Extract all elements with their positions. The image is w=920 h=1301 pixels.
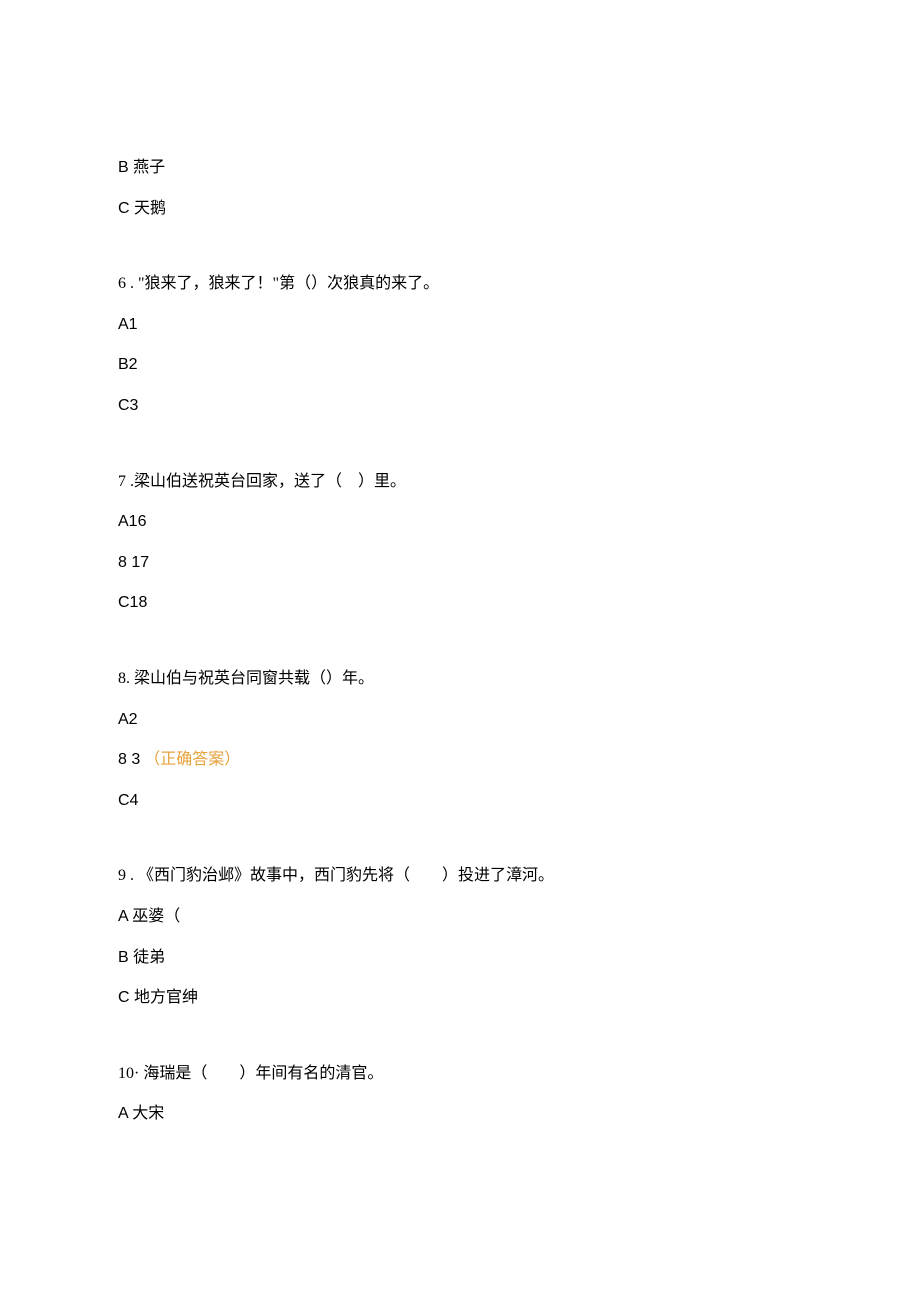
question-7: 7 .梁山伯送祝英台回家，送了（ ）里。 [118, 469, 802, 495]
option-text: 8 3 [118, 751, 140, 768]
q6-option-b: B2 [118, 352, 802, 378]
question-text: . "狼来了，狼来了！"第（）次狼真的来了。 [130, 275, 439, 292]
q10-option-a: A 大宋 [118, 1101, 802, 1127]
question-text: 海瑞是（ ）年间有名的清官。 [143, 1065, 383, 1082]
q8-option-c: C4 [118, 788, 802, 814]
question-8: 8. 梁山伯与祝英台同窗共载（）年。 [118, 666, 802, 692]
q7-option-b: 8 17 [118, 550, 802, 576]
q9-option-c: C 地方官绅 [118, 985, 802, 1011]
correct-answer-label: （正确答案） [144, 751, 240, 768]
question-9: 9 . 《西门豹治邺》故事中，西门豹先将（ ）投进了漳河。 [118, 863, 802, 889]
q5-option-c: C 天鹅 [118, 196, 802, 222]
q6-option-c: C3 [118, 393, 802, 419]
option-text: C4 [118, 792, 138, 809]
option-text: A2 [118, 711, 138, 728]
question-number: 10· [118, 1065, 139, 1082]
q7-option-a: A16 [118, 509, 802, 535]
option-text: C3 [118, 397, 138, 414]
q5-option-b: B 燕子 [118, 155, 802, 181]
option-text: C18 [118, 594, 147, 611]
option-text: A16 [118, 513, 146, 530]
question-number: 8. [118, 670, 130, 687]
option-text: A1 [118, 316, 138, 333]
question-text: 梁山伯与祝英台同窗共载（）年。 [134, 670, 374, 687]
q9-option-b: B 徒弟 [118, 945, 802, 971]
question-number: 7 [118, 473, 126, 490]
question-number: 6 [118, 275, 126, 292]
question-10: 10· 海瑞是（ ）年间有名的清官。 [118, 1061, 802, 1087]
q6-option-a: A1 [118, 312, 802, 338]
question-6: 6 . "狼来了，狼来了！"第（）次狼真的来了。 [118, 271, 802, 297]
option-text: 8 17 [118, 554, 149, 571]
question-number: 9 [118, 867, 126, 884]
q8-option-b: 8 3 （正确答案） [118, 747, 802, 773]
option-text: B 徒弟 [118, 949, 165, 966]
question-text: . 《西门豹治邺》故事中，西门豹先将（ ）投进了漳河。 [130, 867, 554, 884]
option-text: B2 [118, 356, 138, 373]
option-text: A 巫婆（ [118, 908, 180, 925]
option-text: B 燕子 [118, 159, 165, 176]
option-text: C 地方官绅 [118, 989, 198, 1006]
q9-option-a: A 巫婆（ [118, 904, 802, 930]
question-text: .梁山伯送祝英台回家，送了（ ）里。 [130, 473, 406, 490]
q7-option-c: C18 [118, 590, 802, 616]
q8-option-a: A2 [118, 707, 802, 733]
option-text: A 大宋 [118, 1105, 164, 1122]
option-text: C 天鹅 [118, 200, 166, 217]
